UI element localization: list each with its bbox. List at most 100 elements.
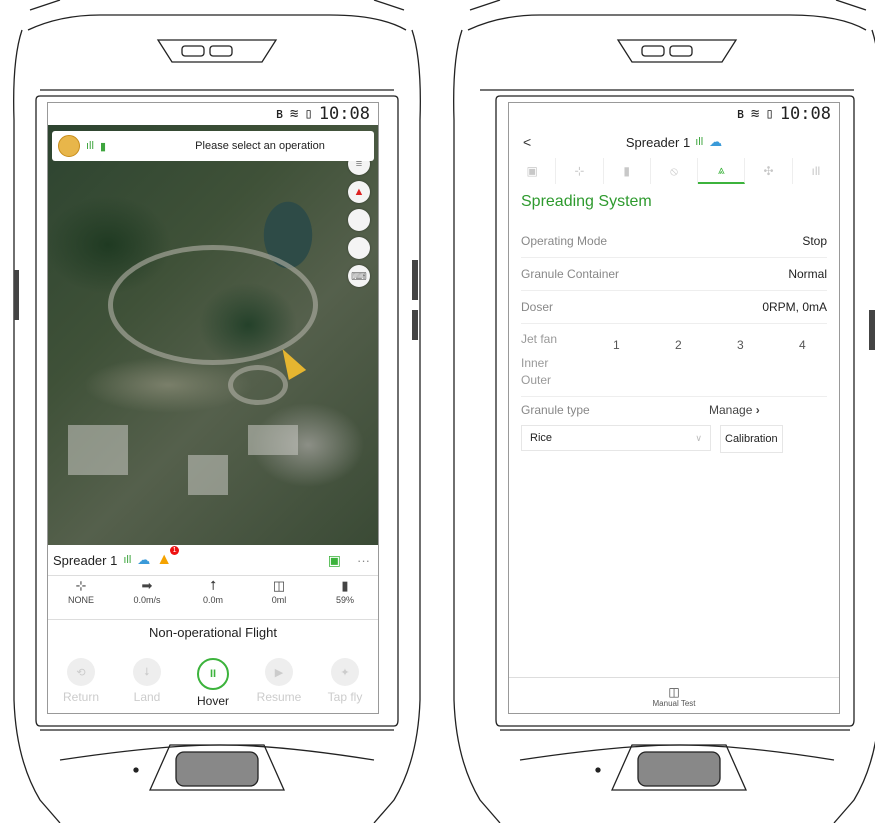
status-time: 10:08 [318,104,370,124]
map-building [188,455,228,495]
stat-horizontal-speed: ➡ 0.0m/s [117,577,177,619]
control-label: Return [62,690,100,704]
return-button[interactable]: ⟲ Return [50,658,112,713]
warning-icon[interactable]: ▲ 1 [156,546,180,569]
satellite-icon: ⊹ [75,578,87,593]
flight-mode: Non-operational Flight [149,625,277,640]
locate-icon[interactable] [348,209,370,231]
log-icon[interactable]: ▣ [328,552,341,569]
pause-icon: II [197,658,229,690]
land-icon: ⭣ [133,658,161,686]
stat-altitude: ⭡ 0.0m [183,577,243,619]
tab-spreader[interactable]: ⩓ [698,158,746,184]
row-operating-mode: Operating Mode Stop [521,224,827,258]
signal-icon: ıll [123,554,132,566]
jet-fan-column: 4 [799,338,806,352]
stat-value: 0.0m [202,595,223,605]
back-button[interactable]: < [523,134,531,150]
avatar[interactable] [58,135,80,157]
jet-fan-column: 2 [675,338,682,352]
resume-icon: ▶ [265,658,293,686]
control-label: Land [133,690,161,704]
section-title: Spreading System [521,193,652,210]
keyboard-icon[interactable]: ⌨ [348,265,370,287]
battery-icon: ▯ [765,106,774,122]
row-doser: Doser 0RPM, 0mA [521,290,827,324]
manage-label: Manage [709,403,753,417]
cloud-icon: ☁ [709,134,723,149]
chevron-down-icon: ∨ [695,432,702,443]
drone-info-bar: Spreader 1 ıll ☁ ▲ 1 ▣ ··· [48,545,378,576]
stat-value: 0.0m/s [133,595,161,605]
jet-fan-column: 1 [613,338,620,352]
bluetooth-icon: ʙ [736,106,745,122]
battery-icon: ▮ [341,578,349,593]
control-label: Tap fly [327,690,363,704]
calibration-button[interactable]: Calibration [720,425,783,453]
status-bar: ʙ ≋ ▯ 10:08 [48,103,378,125]
operation-prompt[interactable]: Please select an operation [106,140,374,152]
warning-badge: 1 [170,546,180,555]
status-bar: ʙ ≋ ▯ 10:08 [509,103,839,125]
spreading-system-screen: ʙ ≋ ▯ 10:08 < Spreader 1 ıll ☁ ▣ ⊹ ▮ ⦸ ⩓… [508,102,840,714]
flight-controls: ⟲ Return ⭣ Land II Hover ▶ Resume ✦ Tap … [48,658,378,713]
map-building [248,425,298,455]
tab-battery[interactable]: ▮ [604,158,651,184]
compass-icon[interactable]: ▲ [348,181,370,203]
tab-motor[interactable]: ✣ [745,158,793,184]
container-icon: ◫ [272,578,286,593]
row-value: 0RPM, 0mA [762,299,827,314]
granule-type-select[interactable]: Rice ∨ [521,425,711,451]
cloud-icon: ☁ [137,552,151,567]
system-tabs: ▣ ⊹ ▮ ⦸ ⩓ ✣ ıll [509,158,839,184]
spreader-icon: ⩓ [717,162,725,177]
satellite-icon: ⊹ [574,164,585,178]
map-building [68,425,128,475]
stat-value: 59% [335,595,354,605]
tap-fly-icon: ✦ [331,658,359,686]
resume-button[interactable]: ▶ Resume [248,658,310,713]
manual-test-label: Manual Test [652,698,696,708]
land-button[interactable]: ⭣ Land [116,658,178,713]
row-label: Doser [521,299,554,314]
motor-icon: ✣ [763,164,774,178]
tab-satellite[interactable]: ⊹ [556,158,604,184]
tab-sensor[interactable]: ⦸ [651,158,699,184]
stat-container: ◫ 0ml [249,577,309,619]
battery-icon: ▯ [304,106,313,122]
jet-fan-outer-label: Outer [521,373,552,387]
row-value: Stop [802,233,827,248]
signal-icon: ıll [86,140,94,152]
altitude-icon: ⭡ [209,578,217,593]
stat-satellite: ⊹ NONE [51,577,111,619]
battery-icon: ▮ [623,164,630,178]
row-value: Normal [788,266,827,281]
control-label: Hover [196,694,229,708]
map-roundabout [228,365,288,405]
jet-fan-table: Jet fan 1 2 3 4 Inner Outer [521,328,827,397]
control-label: Resume [256,690,302,704]
more-button[interactable]: ··· [357,553,370,568]
stat-battery: ▮ 59% [315,577,375,619]
flight-screen: ʙ ≋ ▯ 10:08 ≡ ▲ ⌨ ıll ▮ Please select an… [47,102,379,714]
operation-bar[interactable]: ıll ▮ Please select an operation [52,131,374,161]
chevron-right-icon: › [755,403,760,417]
tab-signal[interactable]: ıll [793,158,839,184]
manual-test-icon: ◫ [668,684,680,699]
manage-link[interactable]: Manage › [709,403,760,417]
page-title: Spreader 1 [625,134,691,150]
stat-value: NONE [67,595,94,605]
tap-fly-button[interactable]: ✦ Tap fly [314,658,376,713]
jet-fan-label: Jet fan [521,332,558,346]
granule-type-label: Granule type [521,403,590,417]
return-icon: ⟲ [67,658,95,686]
stat-value: 0ml [271,595,287,605]
satellite-map[interactable]: ≡ ▲ ⌨ [48,125,378,545]
jet-fan-inner-label: Inner [521,356,549,370]
row-granule-container: Granule Container Normal [521,257,827,291]
granule-type-value: Rice [530,432,553,444]
manual-test-button[interactable]: ◫ Manual Test [509,677,839,713]
pin-icon[interactable] [348,237,370,259]
tab-rc[interactable]: ▣ [509,158,557,184]
hover-button[interactable]: II Hover [182,658,244,713]
